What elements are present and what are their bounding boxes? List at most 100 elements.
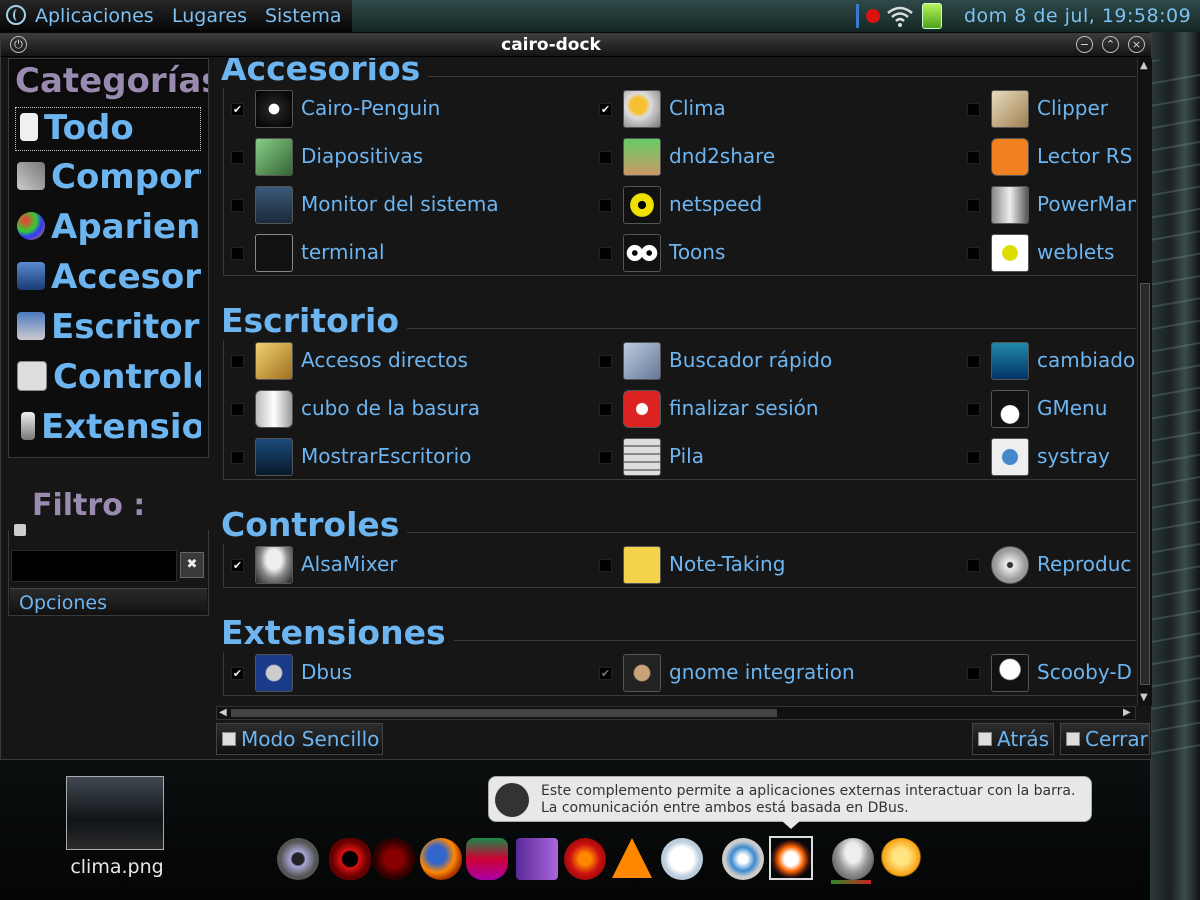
globe-icon[interactable] (277, 838, 319, 880)
applet-label: Diapositivas (301, 144, 424, 168)
applet-checkbox[interactable] (231, 355, 244, 368)
applet-checkbox[interactable] (599, 199, 612, 212)
applet-checkbox[interactable] (231, 451, 244, 464)
minimize-icon[interactable]: − (1076, 36, 1093, 53)
document-icon (20, 112, 38, 141)
cairo-dock-icon[interactable] (771, 840, 811, 878)
penguin-icon (255, 90, 293, 128)
applet-label: Cairo-Penguin (301, 96, 441, 120)
show-desktop-icon (255, 438, 293, 476)
category-escritorio[interactable]: Escritorio (15, 307, 201, 351)
vertical-scroll-thumb[interactable] (1140, 283, 1150, 685)
horizontal-scrollbar[interactable]: ◀ ▶ (216, 706, 1136, 720)
filter-input[interactable] (11, 550, 177, 582)
category-comportamiento[interactable]: Comportamiento (15, 157, 201, 201)
applet-checkbox[interactable] (231, 151, 244, 164)
applet-checkbox[interactable] (599, 355, 612, 368)
accessories-icon (17, 261, 45, 290)
mixer-icon (255, 546, 293, 584)
book-icon[interactable] (516, 838, 558, 880)
applet-checkbox[interactable]: ✔ (231, 559, 244, 572)
scroll-up-icon[interactable]: ▲ (1140, 60, 1148, 71)
battery-icon[interactable] (922, 3, 942, 29)
mixer-icon[interactable] (832, 838, 874, 880)
applet-label: GMenu (1037, 396, 1108, 420)
menu-lugares[interactable]: Lugares (172, 5, 247, 27)
maximize-icon[interactable]: ⌃ (1102, 36, 1119, 53)
applet-checkbox[interactable] (967, 103, 980, 116)
applet-checkbox[interactable] (967, 355, 980, 368)
tools-icon (17, 161, 45, 190)
applet-checkbox[interactable] (231, 403, 244, 416)
applet-checkbox[interactable] (967, 667, 980, 680)
clear-filter-button[interactable]: ✖ (180, 552, 204, 578)
inkscape-icon[interactable] (466, 838, 508, 880)
applet-checkbox[interactable] (599, 151, 612, 164)
weblets-icon (991, 234, 1029, 272)
category-accesorios[interactable]: Accesorios (15, 257, 201, 301)
weather-icon[interactable] (880, 838, 922, 880)
controls-icon (17, 360, 47, 391)
close-icon[interactable]: × (1128, 36, 1145, 53)
category-apariencia[interactable]: Apariencia (15, 207, 201, 251)
applet-checkbox[interactable] (599, 403, 612, 416)
vertical-scrollbar[interactable]: ▲ ▼ (1137, 58, 1152, 706)
desktop-file-thumbnail[interactable] (66, 776, 164, 850)
back-button[interactable]: Atrás (972, 723, 1054, 755)
tooltip-line: Este complemento permite a aplicaciones … (541, 783, 1076, 799)
menu-sistema[interactable]: Sistema (265, 5, 342, 27)
category-controles[interactable]: Controles (15, 357, 201, 401)
tray-separator-icon (856, 4, 859, 28)
red-app-icon[interactable] (373, 838, 415, 880)
applet-checkbox[interactable] (967, 199, 980, 212)
applet-checkbox[interactable] (967, 151, 980, 164)
applet-label: Dbus (301, 660, 353, 684)
opera-tray-icon[interactable] (866, 9, 880, 23)
applet-checkbox[interactable] (599, 559, 612, 572)
applet-label: Monitor del sistema (301, 192, 499, 216)
applet-label: Lector RS (1037, 144, 1133, 168)
applet-checkbox[interactable] (599, 451, 612, 464)
desktop-file-label[interactable]: clima.png (52, 856, 182, 878)
options-expander[interactable]: Opciones (10, 588, 207, 615)
applet-checkbox[interactable] (967, 559, 980, 572)
clock[interactable]: dom 8 de jul, 19:58:09 (964, 5, 1191, 27)
category-extensiones[interactable]: Extensiones (15, 407, 201, 451)
ccleaner-icon[interactable] (564, 838, 606, 880)
applet-checkbox[interactable]: ✔ (231, 667, 244, 680)
terminal-icon (255, 234, 293, 272)
category-todo[interactable]: Todo (15, 107, 201, 151)
applet-checkbox[interactable]: ✔ (599, 667, 612, 680)
applet-checkbox[interactable] (967, 403, 980, 416)
scroll-left-icon[interactable]: ◀ (219, 707, 227, 718)
category-label: Comportamiento (51, 157, 201, 197)
applet-label: Clipper (1037, 96, 1108, 120)
distro-logo-icon[interactable] (6, 5, 26, 25)
applet-checkbox[interactable] (231, 199, 244, 212)
applet-label: AlsaMixer (301, 552, 398, 576)
menu-aplicaciones[interactable]: Aplicaciones (35, 5, 154, 27)
opera-icon[interactable] (329, 838, 371, 880)
applet-label: Clima (669, 96, 726, 120)
close-button[interactable]: Cerrar (1060, 723, 1150, 755)
applet-checkbox[interactable] (967, 451, 980, 464)
bluetooth-icon[interactable] (661, 838, 703, 880)
applet-checkbox[interactable] (967, 247, 980, 260)
vlc-icon[interactable] (612, 838, 652, 878)
simple-mode-button[interactable]: Modo Sencillo (216, 723, 383, 755)
applet-label: gnome integration (669, 660, 855, 684)
applet-checkbox[interactable]: ✔ (599, 103, 612, 116)
scroll-right-icon[interactable]: ▶ (1123, 707, 1131, 718)
horizontal-scroll-thumb[interactable] (231, 709, 777, 717)
wifi-icon[interactable] (886, 4, 914, 28)
applet-checkbox[interactable] (599, 247, 612, 260)
applet-label: Scooby-D (1037, 660, 1132, 684)
quick-search-icon (623, 342, 661, 380)
scroll-down-icon[interactable]: ▼ (1140, 692, 1148, 703)
applet-checkbox[interactable]: ✔ (231, 103, 244, 116)
firefox-icon[interactable] (420, 838, 462, 880)
applet-checkbox[interactable] (231, 247, 244, 260)
window-titlebar[interactable]: ⏻ cairo-dock − ⌃ × (1, 34, 1151, 57)
safari-icon[interactable] (722, 838, 764, 880)
filter-title: Filtro : (32, 488, 146, 523)
